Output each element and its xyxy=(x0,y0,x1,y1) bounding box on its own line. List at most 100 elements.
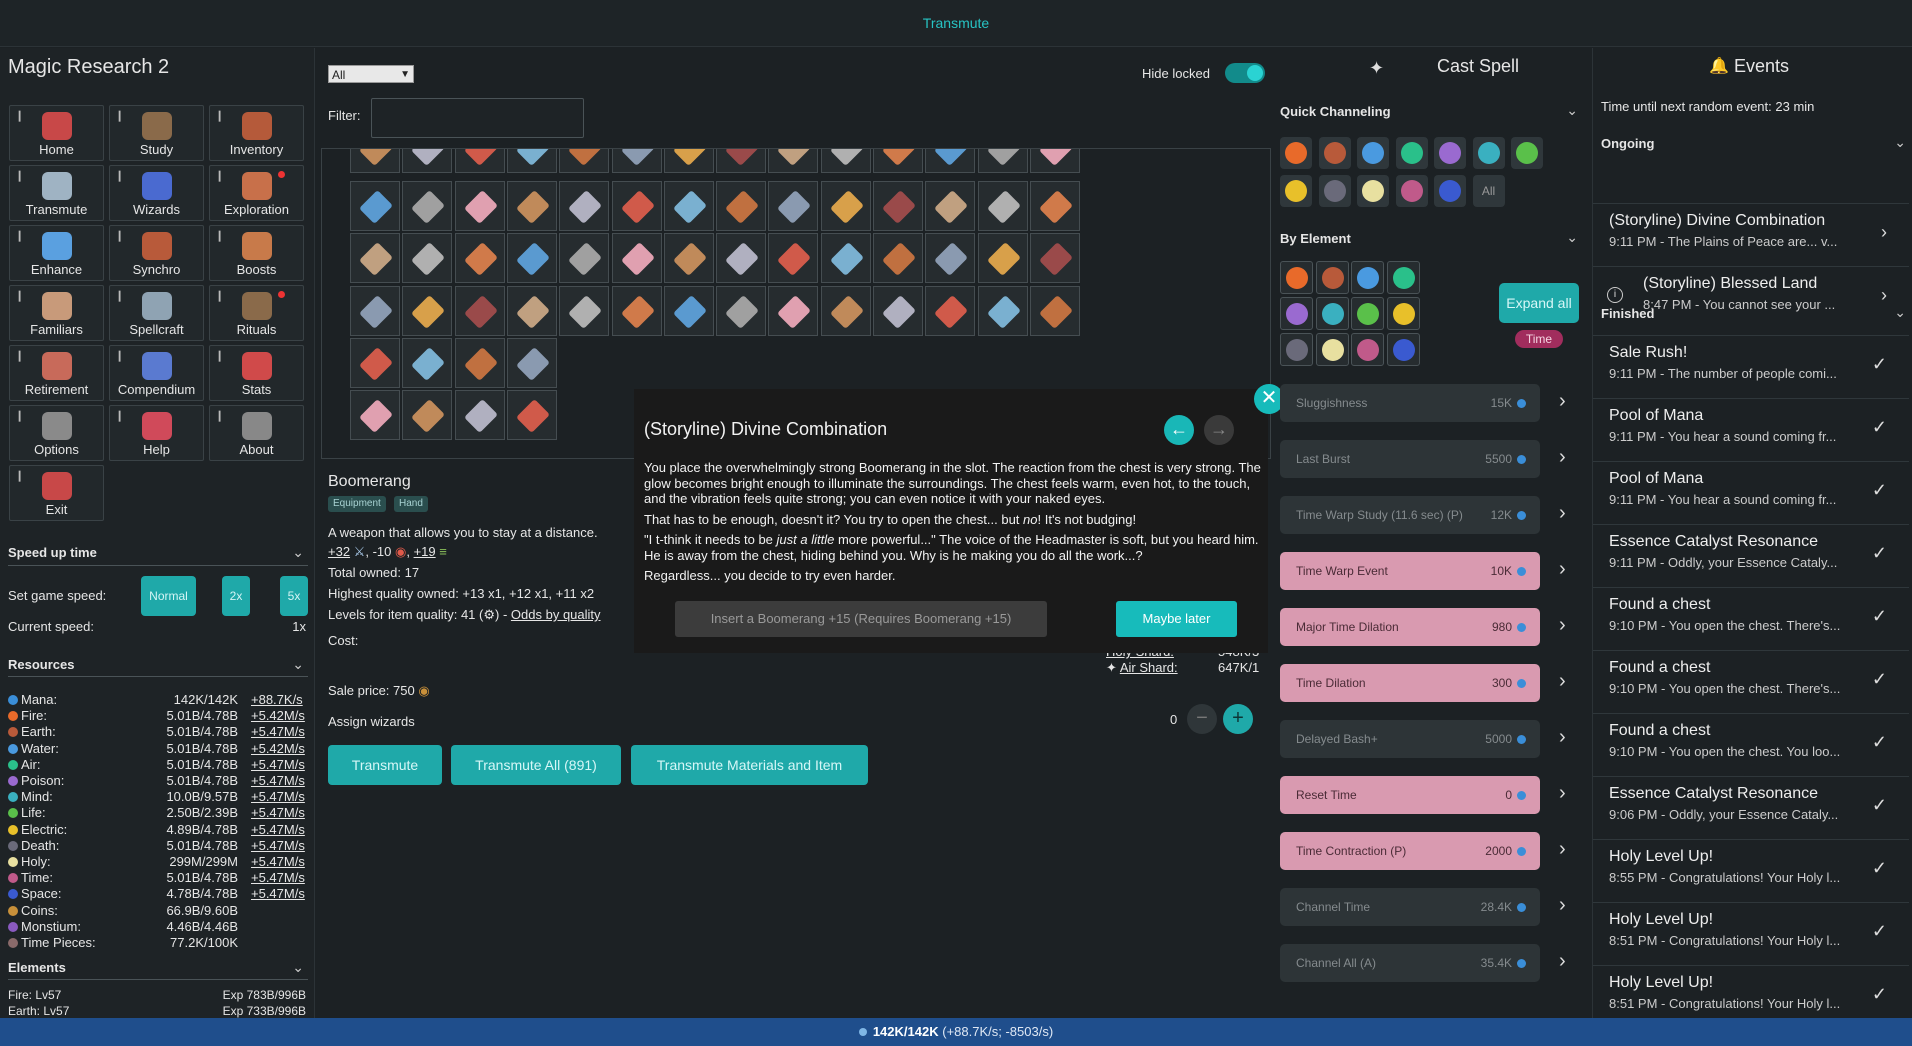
item-slot[interactable] xyxy=(506,338,557,388)
checkmark-icon[interactable]: ✓ xyxy=(1872,606,1887,627)
item-slot[interactable] xyxy=(454,286,505,336)
checkmark-icon[interactable]: ✓ xyxy=(1872,543,1887,564)
finished-event-item[interactable]: Holy Level Up! 8:55 PM - Congratulations!… xyxy=(1593,839,1909,897)
resource-rate[interactable]: +5.47M/s xyxy=(251,870,305,885)
item-slot[interactable] xyxy=(663,233,714,283)
pin-icon[interactable]: ❙ xyxy=(115,409,124,422)
item-slot[interactable] xyxy=(559,181,610,231)
spell-row[interactable]: Major Time Dilation 980 xyxy=(1280,608,1540,646)
spell-row[interactable]: Time Contraction (P) 2000 xyxy=(1280,832,1540,870)
nav-rituals-button[interactable]: ❙ Rituals xyxy=(209,285,304,341)
quick-channel-button[interactable] xyxy=(1357,175,1389,207)
pin-icon[interactable]: ❙ xyxy=(215,169,224,182)
resource-rate[interactable]: +88.7K/s xyxy=(251,692,303,707)
item-slot[interactable] xyxy=(1029,233,1080,283)
finished-event-item[interactable]: Sale Rush! 9:11 PM - The number of people… xyxy=(1593,335,1909,393)
odds-by-quality-link[interactable]: Odds by quality xyxy=(511,607,601,622)
item-slot[interactable] xyxy=(454,181,505,231)
pin-icon[interactable]: ❙ xyxy=(215,229,224,242)
nav-options-button[interactable]: ❙ Options xyxy=(9,405,104,461)
item-slot[interactable] xyxy=(1029,181,1080,231)
item-slot[interactable] xyxy=(820,149,871,173)
finished-event-item[interactable]: Found a chest 9:10 PM - You open the ches… xyxy=(1593,713,1909,771)
elements-section-title[interactable]: Elements xyxy=(8,960,66,975)
ongoing-event-item[interactable]: i (Storyline) Blessed Land 8:47 PM - You c… xyxy=(1593,266,1909,324)
resource-rate[interactable]: +5.42M/s xyxy=(251,708,305,723)
element-filter-button[interactable] xyxy=(1351,261,1384,294)
resource-rate[interactable]: +5.47M/s xyxy=(251,789,305,804)
item-slot[interactable] xyxy=(506,233,557,283)
pin-icon[interactable]: ❙ xyxy=(115,109,124,122)
item-slot[interactable] xyxy=(977,181,1028,231)
item-slot[interactable] xyxy=(559,149,610,173)
nav-boosts-button[interactable]: ❙ Boosts xyxy=(209,225,304,281)
spell-row[interactable]: Delayed Bash+ 5000 xyxy=(1280,720,1540,758)
speed-section-title[interactable]: Speed up time xyxy=(8,545,97,560)
item-slot[interactable] xyxy=(820,181,871,231)
element-filter-button[interactable] xyxy=(1280,333,1313,366)
element-filter-button[interactable] xyxy=(1351,297,1384,330)
element-filter-button[interactable] xyxy=(1280,261,1313,294)
stat-attack[interactable]: +32 xyxy=(328,544,350,559)
chevron-down-icon[interactable]: ⌄ xyxy=(292,959,304,976)
item-slot[interactable] xyxy=(768,149,819,173)
spell-row[interactable]: Time Warp Event 10K xyxy=(1280,552,1540,590)
resource-rate[interactable]: +5.42M/s xyxy=(251,741,305,756)
finished-event-item[interactable]: Essence Catalyst Resonance 9:11 PM - Oddl… xyxy=(1593,524,1909,582)
item-slot[interactable] xyxy=(925,286,976,336)
item-slot[interactable] xyxy=(768,233,819,283)
chevron-down-icon[interactable]: ⌄ xyxy=(292,544,304,561)
expand-all-button[interactable]: Expand all xyxy=(1499,283,1579,323)
chevron-right-icon[interactable]: › xyxy=(1559,782,1566,805)
chevron-right-icon[interactable]: › xyxy=(1881,285,1887,306)
item-slot[interactable] xyxy=(1029,286,1080,336)
quick-channel-button[interactable] xyxy=(1280,175,1312,207)
item-slot[interactable] xyxy=(350,286,400,336)
spell-row[interactable]: Channel Time 28.4K xyxy=(1280,888,1540,926)
nav-about-button[interactable]: ❙ About xyxy=(209,405,304,461)
item-slot[interactable] xyxy=(402,286,453,336)
item-slot[interactable] xyxy=(559,286,610,336)
quick-channel-button[interactable] xyxy=(1280,137,1312,169)
item-slot[interactable] xyxy=(663,149,714,173)
pin-icon[interactable]: ❙ xyxy=(115,229,124,242)
item-slot[interactable] xyxy=(350,233,400,283)
item-slot[interactable] xyxy=(663,286,714,336)
nav-synchro-button[interactable]: ❙ Synchro xyxy=(109,225,204,281)
item-slot[interactable] xyxy=(925,149,976,173)
nav-wizards-button[interactable]: ❙ Wizards xyxy=(109,165,204,221)
item-slot[interactable] xyxy=(663,181,714,231)
item-slot[interactable] xyxy=(402,390,453,440)
quick-channel-button[interactable] xyxy=(1511,137,1543,169)
transmute-button[interactable]: Transmute xyxy=(328,745,442,785)
element-filter-button[interactable] xyxy=(1315,261,1349,294)
checkmark-icon[interactable]: ✓ xyxy=(1872,795,1887,816)
pin-icon[interactable]: ❙ xyxy=(15,169,24,182)
nav-familiars-button[interactable]: ❙ Familiars xyxy=(9,285,104,341)
item-slot[interactable] xyxy=(454,149,505,173)
element-filter-button[interactable] xyxy=(1386,333,1420,366)
item-slot[interactable] xyxy=(716,286,767,336)
nav-transmute-button[interactable]: ❙ Transmute xyxy=(9,165,104,221)
quick-channeling-title[interactable]: Quick Channeling xyxy=(1280,104,1391,119)
spell-row[interactable]: Channel All (A) 35.4K xyxy=(1280,944,1540,982)
stat-speed[interactable]: +19 xyxy=(414,544,436,559)
item-slot[interactable] xyxy=(611,286,662,336)
pin-icon[interactable]: ❙ xyxy=(15,409,24,422)
resource-rate[interactable]: +5.47M/s xyxy=(251,805,305,820)
pin-icon[interactable]: ❙ xyxy=(115,349,124,362)
ongoing-section-title[interactable]: Ongoing xyxy=(1601,136,1654,151)
item-slot[interactable] xyxy=(559,233,610,283)
previous-event-button[interactable]: ← xyxy=(1164,415,1194,445)
item-slot[interactable] xyxy=(925,181,976,231)
decrease-wizards-button[interactable]: − xyxy=(1187,704,1217,734)
resource-rate[interactable]: +5.47M/s xyxy=(251,757,305,772)
item-slot[interactable] xyxy=(402,338,453,388)
pin-icon[interactable]: ❙ xyxy=(15,289,24,302)
quick-channel-all-button[interactable]: All xyxy=(1472,175,1505,207)
item-slot[interactable] xyxy=(873,233,923,283)
cost-air-shard-name[interactable]: Air Shard: xyxy=(1120,660,1178,675)
item-slot[interactable] xyxy=(454,390,505,440)
pin-icon[interactable]: ❙ xyxy=(215,289,224,302)
finished-event-item[interactable]: Pool of Mana 9:11 PM - You hear a sound c… xyxy=(1593,398,1909,456)
